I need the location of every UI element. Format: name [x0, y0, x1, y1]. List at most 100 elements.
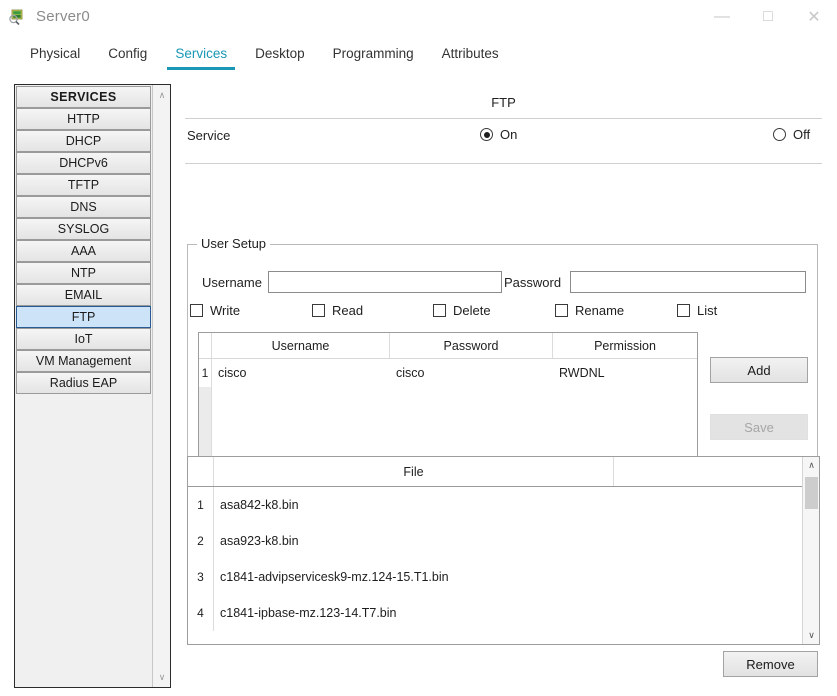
- tab-bar: Physical Config Services Desktop Program…: [0, 42, 837, 74]
- username-input[interactable]: [268, 271, 502, 293]
- list-item[interactable]: 4 c1841-ipbase-mz.123-14.T7.bin: [188, 595, 802, 631]
- sidebar-item-dhcp[interactable]: DHCP: [16, 130, 151, 152]
- checkbox-delete[interactable]: Delete: [433, 303, 491, 318]
- file-list-scrollbar[interactable]: ∧ ∨: [802, 457, 819, 644]
- checkbox-list[interactable]: List: [677, 303, 717, 318]
- checkbox-write-box[interactable]: [190, 304, 203, 317]
- row-number: 1: [188, 487, 214, 523]
- checkbox-read[interactable]: Read: [312, 303, 363, 318]
- file-name: asa923-k8.bin: [220, 534, 299, 548]
- sidebar-item-ntp[interactable]: NTP: [16, 262, 151, 284]
- sidebar-item-syslog[interactable]: SYSLOG: [16, 218, 151, 240]
- remove-file-button[interactable]: Remove: [723, 651, 818, 677]
- services-list: SERVICES HTTP DHCP DHCPv6 TFTP DNS SYSLO…: [15, 85, 152, 687]
- ftp-service-panel: FTP Service On Off User Setup Username P…: [185, 84, 822, 688]
- cell-password: cisco: [396, 366, 425, 380]
- checkbox-rename-label: Rename: [575, 303, 625, 318]
- service-off-radio[interactable]: Off: [773, 127, 810, 142]
- sidebar-item-dhcpv6[interactable]: DHCPv6: [16, 152, 151, 174]
- sidebar-item-tftp[interactable]: TFTP: [16, 174, 151, 196]
- file-list-rownum-header: [188, 457, 214, 486]
- password-input[interactable]: [570, 271, 806, 293]
- row-number: 1: [199, 359, 212, 387]
- users-table-rownum-header: [199, 333, 212, 358]
- tab-services[interactable]: Services: [161, 42, 241, 70]
- scroll-down-icon[interactable]: ∨: [153, 668, 171, 686]
- users-table-header: Username Password Permission: [199, 333, 697, 359]
- scroll-up-icon[interactable]: ∧: [803, 457, 819, 474]
- sidebar-item-iot[interactable]: IoT: [16, 328, 151, 350]
- cell-permission: RWDNL: [559, 366, 605, 380]
- column-header-username[interactable]: Username: [212, 333, 390, 358]
- file-list-header: File: [188, 457, 802, 487]
- tab-attributes[interactable]: Attributes: [428, 42, 513, 70]
- credentials-row: Username Password: [188, 269, 819, 297]
- permissions-checkbox-row: Write Read Delete Rename List: [188, 303, 819, 325]
- column-header-file[interactable]: File: [214, 457, 614, 486]
- checkbox-read-box[interactable]: [312, 304, 325, 317]
- checkbox-rename[interactable]: Rename: [555, 303, 624, 318]
- service-label: Service: [187, 128, 231, 143]
- packet-tracer-device-window: Server0 — □ ✕ Physical Config Services D…: [0, 0, 837, 696]
- scroll-up-icon[interactable]: ∧: [153, 86, 171, 104]
- window-controls: — □ ✕: [699, 0, 837, 33]
- close-icon[interactable]: ✕: [791, 0, 837, 33]
- checkbox-write[interactable]: Write: [190, 303, 240, 318]
- maximize-icon[interactable]: □: [745, 0, 791, 33]
- service-on-radio[interactable]: On: [480, 127, 517, 142]
- radio-off-icon[interactable]: [773, 128, 786, 141]
- file-name: c1841-ipbase-mz.123-14.T7.bin: [220, 606, 397, 620]
- column-header-password[interactable]: Password: [390, 333, 553, 358]
- divider-bottom: [185, 163, 822, 164]
- checkbox-delete-label: Delete: [453, 303, 491, 318]
- checkbox-rename-box[interactable]: [555, 304, 568, 317]
- service-off-label: Off: [793, 127, 811, 142]
- checkbox-read-label: Read: [332, 303, 364, 318]
- sidebar-item-ftp[interactable]: FTP: [16, 306, 151, 328]
- service-on-label: On: [500, 127, 518, 142]
- file-list-table[interactable]: File 1 asa842-k8.bin 2 asa923-k8.bin 3 c…: [187, 456, 820, 645]
- checkbox-write-label: Write: [210, 303, 241, 318]
- window-title: Server0: [36, 8, 90, 25]
- add-button[interactable]: Add: [710, 357, 808, 383]
- cell-username: cisco: [218, 366, 247, 380]
- tab-config[interactable]: Config: [94, 42, 161, 70]
- checkbox-list-label: List: [697, 303, 718, 318]
- sidebar-item-email[interactable]: EMAIL: [16, 284, 151, 306]
- server-magnifier-icon: [8, 8, 26, 26]
- tab-programming[interactable]: Programming: [319, 42, 428, 70]
- checkbox-delete-box[interactable]: [433, 304, 446, 317]
- services-sidebar: SERVICES HTTP DHCP DHCPv6 TFTP DNS SYSLO…: [14, 84, 171, 688]
- table-row[interactable]: 1 cisco cisco RWDNL: [199, 359, 697, 387]
- save-button: Save: [710, 414, 808, 440]
- list-item[interactable]: 3 c1841-advipservicesk9-mz.124-15.T1.bin: [188, 559, 802, 595]
- scrollbar-thumb[interactable]: [805, 477, 818, 509]
- row-number: 3: [188, 559, 214, 595]
- tab-physical[interactable]: Physical: [16, 42, 94, 70]
- username-label: Username: [202, 275, 262, 290]
- sidebar-item-http[interactable]: HTTP: [16, 108, 151, 130]
- sidebar-scrollbar[interactable]: ∧ ∨: [152, 85, 170, 687]
- panel-title: FTP: [491, 95, 516, 110]
- checkbox-list-box[interactable]: [677, 304, 690, 317]
- sidebar-item-aaa[interactable]: AAA: [16, 240, 151, 262]
- file-name: c1841-advipservicesk9-mz.124-15.T1.bin: [220, 570, 449, 584]
- sidebar-item-radius-eap[interactable]: Radius EAP: [16, 372, 151, 394]
- file-name: asa842-k8.bin: [220, 498, 299, 512]
- service-toggle-row: Service On Off: [185, 119, 822, 155]
- sidebar-item-dns[interactable]: DNS: [16, 196, 151, 218]
- list-item[interactable]: 1 asa842-k8.bin: [188, 487, 802, 523]
- column-header-blank: [614, 457, 802, 486]
- tab-desktop[interactable]: Desktop: [241, 42, 319, 70]
- list-item[interactable]: 2 asa923-k8.bin: [188, 523, 802, 559]
- user-setup-legend: User Setup: [197, 236, 271, 251]
- column-header-permission[interactable]: Permission: [553, 333, 697, 358]
- row-number: 4: [188, 595, 214, 631]
- radio-on-icon[interactable]: [480, 128, 493, 141]
- sidebar-header-services: SERVICES: [16, 86, 151, 108]
- minimize-icon[interactable]: —: [699, 0, 745, 33]
- window-titlebar: Server0 — □ ✕: [0, 0, 837, 33]
- row-number: 2: [188, 523, 214, 559]
- sidebar-item-vm-management[interactable]: VM Management: [16, 350, 151, 372]
- scroll-down-icon[interactable]: ∨: [803, 627, 819, 644]
